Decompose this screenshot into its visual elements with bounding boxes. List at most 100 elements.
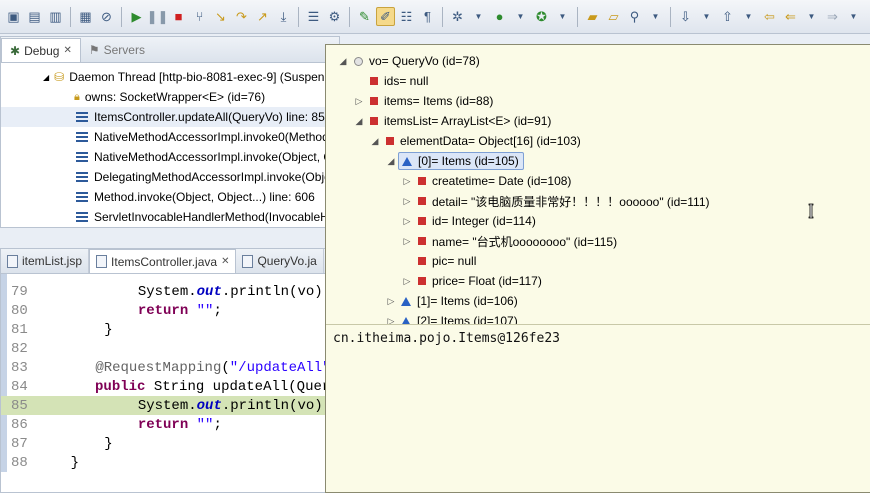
stack-frame-row[interactable]: ItemsController.updateAll(QueryVo) line:… <box>1 107 339 127</box>
disconnect-icon[interactable]: ⑂ <box>190 7 209 26</box>
step-return-icon[interactable]: ↗ <box>253 7 272 26</box>
step-into-icon[interactable]: ↘ <box>211 7 230 26</box>
expand-arrow-icon[interactable]: ▷ <box>384 294 398 308</box>
array-element-icon <box>401 296 411 306</box>
collapse-arrow-icon[interactable]: ◢ <box>43 73 49 82</box>
suspend-icon[interactable]: ❚❚ <box>147 7 169 26</box>
expand-arrow-icon[interactable]: ▷ <box>400 174 414 188</box>
selected-node[interactable]: [0]= Items (id=105) <box>398 152 524 170</box>
tree-node[interactable]: ▷ items= Items (id=88) <box>326 91 870 111</box>
run-icon[interactable]: ● <box>490 7 509 26</box>
search-icon[interactable]: ⚲ <box>625 7 644 26</box>
expand-arrow-icon[interactable]: ▷ <box>400 274 414 288</box>
monitor-row[interactable]: 🔒︎ owns: SocketWrapper<E> (id=76) <box>1 87 339 107</box>
open-type-icon[interactable]: ⚙ <box>325 7 344 26</box>
tree-node[interactable]: ▷ id= Integer (id=114) <box>326 211 870 231</box>
code-line[interactable]: 83 @RequestMapping("/updateAll") <box>1 358 339 377</box>
collapse-arrow-icon[interactable]: ◢ <box>368 134 382 148</box>
prev-annotation-icon[interactable]: ⇧ <box>718 7 737 26</box>
forward-icon[interactable]: ⇒ <box>823 7 842 26</box>
code-line[interactable]: 79 System.out.println(vo); <box>1 282 339 301</box>
tree-node[interactable]: ids= null <box>326 71 870 91</box>
code-line[interactable]: 80 return ""; <box>1 301 339 320</box>
chevron-down-icon[interactable]: ▼ <box>844 7 863 26</box>
code-line[interactable]: 82 <box>1 339 339 358</box>
tab-itemlist-jsp[interactable]: itemList.jsp <box>1 249 90 273</box>
tree-node[interactable]: pic= null <box>326 251 870 271</box>
block-select-icon[interactable]: ☷ <box>397 7 416 26</box>
tab-queryvo-java[interactable]: QueryVo.ja <box>236 249 324 273</box>
tree-node[interactable]: ◢ itemsList= ArrayList<E> (id=91) <box>326 111 870 131</box>
tab-servers[interactable]: ⚑ Servers <box>81 38 153 62</box>
chevron-down-icon[interactable]: ▼ <box>739 7 758 26</box>
tree-node[interactable]: ▷ detail= "该电脑质量非常好！！！！oooooo" (id=111) <box>326 191 870 211</box>
collapse-arrow-icon[interactable]: ◢ <box>384 154 398 168</box>
step-over-icon[interactable]: ↷ <box>232 7 251 26</box>
resume-icon[interactable]: ▶ <box>127 7 146 26</box>
chevron-down-icon[interactable]: ▼ <box>469 7 488 26</box>
line-number: 82 <box>11 340 28 357</box>
back-icon[interactable]: ⇦ <box>760 7 779 26</box>
thread-row[interactable]: ◢ ⛁ Daemon Thread [http-bio-8081-exec-9]… <box>1 67 339 87</box>
toggle-highlight-icon[interactable]: ✐ <box>376 7 395 26</box>
code-line[interactable]: 86 return ""; <box>1 415 339 434</box>
code-area[interactable]: 79 System.out.println(vo); 80 return "";… <box>1 274 356 472</box>
chevron-down-icon[interactable]: ▼ <box>511 7 530 26</box>
expand-arrow-icon[interactable]: ▷ <box>400 214 414 228</box>
print-icon[interactable]: ▦ <box>76 7 95 26</box>
chevron-down-icon[interactable]: ▼ <box>802 7 821 26</box>
close-icon[interactable]: ✕ <box>221 256 229 267</box>
use-step-filters-icon[interactable]: ☰ <box>304 7 323 26</box>
back-icon[interactable]: ⇐ <box>781 7 800 26</box>
collapse-arrow-icon[interactable]: ◢ <box>336 54 350 68</box>
expand-arrow-icon[interactable]: ▷ <box>400 194 414 208</box>
node-label: [0]= Items (id=105) <box>418 154 519 168</box>
terminate-icon[interactable]: ■ <box>169 7 188 26</box>
tree-node-selected[interactable]: ◢ [0]= Items (id=105) <box>326 151 870 171</box>
new-folder-icon[interactable]: ▱ <box>604 7 623 26</box>
expand-arrow-icon[interactable]: ▷ <box>400 234 414 248</box>
external-tools-icon[interactable]: ✪ <box>532 7 551 26</box>
tree-node[interactable]: ▷ price= Float (id=117) <box>326 271 870 291</box>
stack-frame-row[interactable]: DelegatingMethodAccessorImpl.invoke(Obje <box>1 167 339 187</box>
expand-arrow-icon[interactable]: ▷ <box>352 94 366 108</box>
code-line[interactable]: 81 } <box>1 320 339 339</box>
open-folder-icon[interactable]: ▰ <box>583 7 602 26</box>
detail-pane[interactable]: cn.itheima.pojo.Items@126fe23 <box>326 325 870 352</box>
save-icon[interactable]: ▤ <box>25 7 44 26</box>
private-field-icon <box>370 97 378 105</box>
line-number: 83 <box>11 359 28 376</box>
chevron-down-icon[interactable]: ▼ <box>553 7 572 26</box>
tab-debug[interactable]: ✱ Debug ✕ <box>1 38 81 62</box>
tab-itemscontroller-java[interactable]: ItemsController.java ✕ <box>89 249 237 273</box>
tree-node[interactable]: ▷ [2]= Items (id=107) <box>326 311 870 325</box>
code-line[interactable]: 87 } <box>1 434 339 453</box>
stack-frame-row[interactable]: NativeMethodAccessorImpl.invoke(Object, … <box>1 147 339 167</box>
show-whitespace-icon[interactable]: ¶ <box>418 7 437 26</box>
tree-node[interactable]: ◢ vo= QueryVo (id=78) <box>326 51 870 71</box>
stack-frame-row[interactable]: NativeMethodAccessorImpl.invoke0(Method <box>1 127 339 147</box>
chevron-down-icon[interactable]: ▼ <box>697 7 716 26</box>
close-icon[interactable]: ✕ <box>63 45 71 56</box>
skip-breakpoints-icon[interactable]: ⊘ <box>97 7 116 26</box>
debug-icon[interactable]: ✲ <box>448 7 467 26</box>
toggle-mark-icon[interactable]: ✎ <box>355 7 374 26</box>
stack-frame-row[interactable]: ServletInvocableHandlerMethod(InvocableH… <box>1 207 339 227</box>
collapse-arrow-icon[interactable]: ◢ <box>352 114 366 128</box>
stack-frame-row[interactable]: Method.invoke(Object, Object...) line: 6… <box>1 187 339 207</box>
new-icon[interactable]: ▣ <box>4 7 23 26</box>
next-annotation-icon[interactable]: ⇩ <box>676 7 695 26</box>
chevron-down-icon[interactable]: ▼ <box>646 7 665 26</box>
tree-node[interactable]: ▷ createtime= Date (id=108) <box>326 171 870 191</box>
tree-node[interactable]: ◢ elementData= Object[16] (id=103) <box>326 131 870 151</box>
drop-to-frame-icon[interactable]: ⤓ <box>274 7 293 26</box>
tree-node[interactable]: ▷ [1]= Items (id=106) <box>326 291 870 311</box>
save-all-icon[interactable]: ▥ <box>46 7 65 26</box>
expand-arrow-icon[interactable]: ▷ <box>384 314 398 325</box>
current-line[interactable]: 85 System.out.println(vo); <box>1 396 339 415</box>
stack-frame-icon <box>76 172 88 182</box>
tree-node[interactable]: ▷ name= "台式机oooooooo" (id=115) <box>326 231 870 251</box>
code-text: public String updateAll(QueryVo <box>95 378 356 395</box>
code-line[interactable]: 84 public String updateAll(QueryVo <box>1 377 356 396</box>
code-line[interactable]: 88 } <box>1 453 339 472</box>
